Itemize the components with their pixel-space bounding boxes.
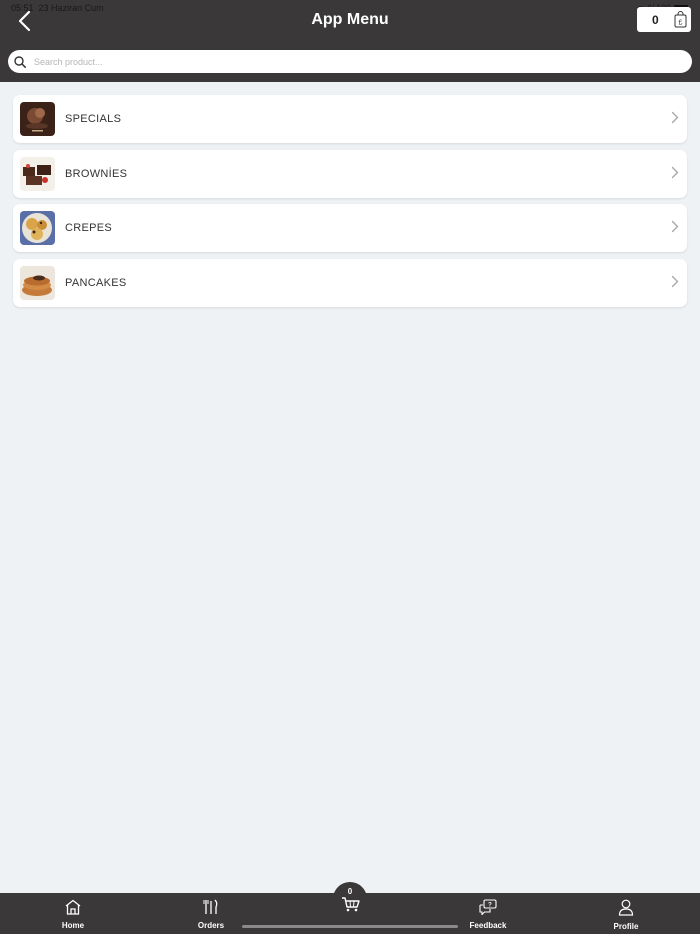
cart-icon [342,897,360,912]
menu-item-brownies[interactable]: BROWNİES [13,149,687,198]
nav-profile[interactable]: Profile [591,899,661,931]
search-icon [14,55,26,68]
menu-item-label: CREPES [65,222,113,234]
nav-profile-label: Profile [613,922,639,931]
currency-symbol: £ [679,20,683,27]
pancakes-thumbnail [20,265,55,300]
chevron-right-icon [671,275,679,287]
nav-orders[interactable]: Orders [176,899,246,930]
chevron-right-icon [671,166,679,178]
search-input[interactable] [34,56,674,67]
header-cart-button[interactable]: 0 £ [637,7,691,32]
user-icon [618,899,634,916]
header-cart-count: 0 [652,13,659,27]
menu-list: SPECIALS BROWNİES CREPES PANCAKES [13,95,687,313]
page-title: App Menu [311,11,389,28]
floating-cart-button[interactable]: 0 [333,882,367,920]
chevron-right-icon [671,111,679,124]
chevron-right-icon [671,220,679,233]
nav-home[interactable]: Home [38,899,108,930]
cutlery-icon [203,899,218,914]
brownies-thumbnail [20,156,55,191]
home-icon [65,899,81,915]
feedback-icon: ? [479,899,497,916]
menu-item-label: BROWNİES [65,167,128,180]
menu-item-specials[interactable]: SPECIALS [13,95,687,143]
menu-item-pancakes[interactable]: PANCAKES [13,258,687,307]
nav-feedback[interactable]: ? Feedback [453,899,523,930]
nav-orders-label: Orders [197,921,225,930]
app-header: 05:51 23 Haziran Cum %100 App Menu 0 £ [0,0,700,82]
menu-item-label: SPECIALS [65,113,122,125]
search-bar [8,50,692,73]
nav-home-label: Home [61,921,85,930]
shopping-bag-icon: £ [674,11,687,28]
svg-text:?: ? [488,903,492,909]
menu-item-label: PANCAKES [65,276,127,289]
nav-feedback-label: Feedback [469,921,507,930]
crepes-thumbnail [20,211,55,245]
specials-thumbnail [20,102,55,136]
floating-cart-count: 0 [347,887,353,896]
home-indicator[interactable] [242,925,458,928]
menu-item-crepes[interactable]: CREPES [13,204,687,252]
